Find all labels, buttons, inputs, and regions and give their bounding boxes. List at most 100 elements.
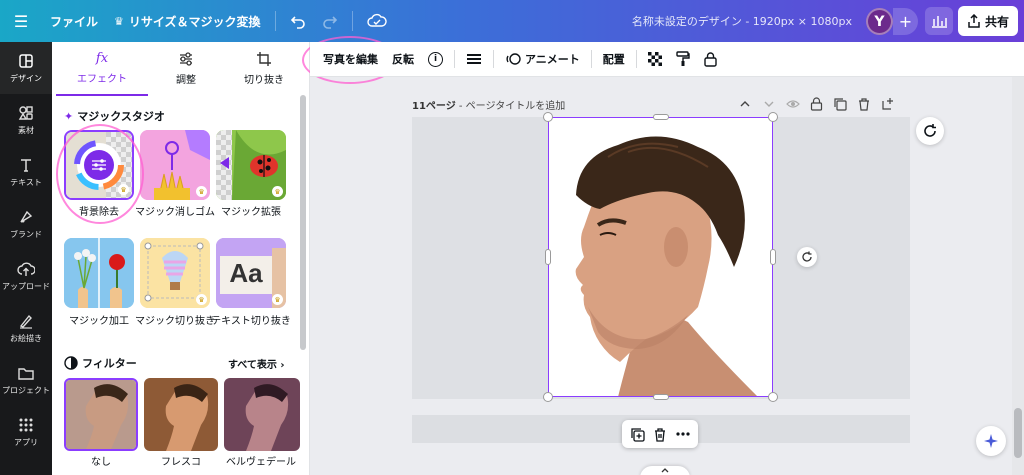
rail-label: テキスト xyxy=(10,177,42,187)
fx-icon: fx xyxy=(95,51,109,66)
border-style-button[interactable] xyxy=(459,46,489,72)
magic-assistant-button[interactable] xyxy=(976,426,1006,456)
filter-fresco[interactable] xyxy=(144,378,218,451)
resize-magic-switch-button[interactable]: ♛ リサイズ＆マジック変換 xyxy=(106,6,269,36)
more-options-icon[interactable] xyxy=(676,432,690,436)
magic-studio-heading: ✦ マジックスタジオ xyxy=(64,108,165,124)
duplicate-icon[interactable] xyxy=(630,427,645,442)
resize-handle-bottom-left[interactable] xyxy=(543,392,553,402)
tab-effects[interactable]: fx エフェクト xyxy=(56,42,148,94)
magic-tool-expand[interactable]: ♛ xyxy=(216,130,286,200)
tab-label: 調整 xyxy=(176,74,196,86)
avatar[interactable]: Y xyxy=(866,8,893,35)
file-menu-button[interactable]: ファイル xyxy=(42,6,106,36)
resize-label: リサイズ＆マジック変換 xyxy=(128,14,261,29)
transparency-button[interactable] xyxy=(641,46,669,72)
crop-icon xyxy=(257,51,271,66)
rail-label: プロジェクト xyxy=(2,385,50,395)
cloud-save-button[interactable] xyxy=(359,6,395,36)
duplicate-page-icon[interactable] xyxy=(833,97,847,111)
undo-button[interactable] xyxy=(282,6,314,36)
rail-item-draw[interactable]: お絵描き xyxy=(0,302,52,354)
rotate-icon xyxy=(802,251,812,262)
brand-icon xyxy=(20,210,33,223)
edit-photo-button[interactable]: 写真を編集 xyxy=(316,46,385,72)
rail-item-upload[interactable]: アップロード xyxy=(0,250,52,302)
tool-label: マジック拡張 xyxy=(221,207,281,218)
divider xyxy=(274,11,276,31)
left-rail: デザイン 素材 テキスト ブランド アップロード お絵描き プロジェクト アプリ xyxy=(0,42,52,475)
eye-icon[interactable] xyxy=(786,97,800,111)
rail-item-text[interactable]: テキスト xyxy=(0,146,52,198)
info-button[interactable]: i xyxy=(421,46,450,72)
rail-item-apps[interactable]: アプリ xyxy=(0,406,52,458)
divider xyxy=(351,11,353,31)
see-all-link[interactable]: すべて表示 › xyxy=(228,356,285,371)
crown-icon: ♛ xyxy=(272,294,283,305)
design-icon xyxy=(19,53,33,68)
filter-fresco-thumbnail xyxy=(144,378,218,451)
add-page-icon[interactable] xyxy=(881,97,895,111)
tab-adjust[interactable]: 調整 xyxy=(148,42,224,94)
page-title-input[interactable]: - ページタイトルを追加 xyxy=(456,101,565,112)
insights-button[interactable] xyxy=(925,7,953,35)
resize-handle-bottom[interactable] xyxy=(653,394,669,400)
sparkle-icon xyxy=(984,434,998,448)
resize-handle-bottom-right[interactable] xyxy=(768,392,778,402)
sparkle-icon: ✦ xyxy=(64,109,74,123)
trash-icon[interactable] xyxy=(857,97,871,111)
menu-icon[interactable]: ☰ xyxy=(0,6,42,36)
chevron-down-icon[interactable] xyxy=(762,97,776,111)
page-controls xyxy=(738,97,895,111)
rail-item-elements[interactable]: 素材 xyxy=(0,94,52,146)
chevron-up-icon[interactable] xyxy=(738,97,752,111)
chevron-up-icon xyxy=(661,468,669,473)
share-button[interactable]: 共有 xyxy=(958,6,1018,36)
resize-handle-top[interactable] xyxy=(653,114,669,120)
collapse-handle[interactable] xyxy=(640,466,690,475)
magic-tool-grab[interactable]: ♛ xyxy=(140,238,210,308)
rail-item-design[interactable]: デザイン xyxy=(0,42,52,94)
upload-share-icon xyxy=(968,14,980,28)
text-sample: Aa xyxy=(229,258,263,288)
filter-label: なし xyxy=(91,457,111,468)
document-title[interactable]: 名称未設定のデザイン - 1920px × 1080px xyxy=(600,13,852,29)
resize-handle-right[interactable] xyxy=(770,249,776,265)
copy-style-button[interactable] xyxy=(669,46,697,72)
panel-scrollbar[interactable] xyxy=(300,95,306,350)
page-label: 11ページ - ページタイトルを追加 xyxy=(412,97,565,112)
lock-icon[interactable] xyxy=(810,97,823,111)
position-button[interactable]: 配置 xyxy=(596,46,632,72)
redo-icon xyxy=(322,16,337,29)
scrollbar-thumb[interactable] xyxy=(1014,408,1022,458)
filter-belvedere-thumbnail xyxy=(224,378,300,451)
rotate-button[interactable] xyxy=(797,247,817,267)
filter-none[interactable] xyxy=(64,378,138,451)
filter-belvedere[interactable] xyxy=(224,378,300,451)
magic-tool-eraser[interactable]: ♛ xyxy=(140,130,210,200)
magic-tool-text-cutout[interactable]: Aa ♛ xyxy=(216,238,286,308)
rail-item-brand[interactable]: ブランド xyxy=(0,198,52,250)
trash-icon[interactable] xyxy=(653,427,667,442)
upload-icon xyxy=(17,262,35,276)
rail-label: ブランド xyxy=(10,229,42,239)
tab-label: 切り抜き xyxy=(244,74,284,86)
resize-handle-top-left[interactable] xyxy=(543,112,553,122)
selected-photo[interactable] xyxy=(548,117,773,397)
resize-handle-top-right[interactable] xyxy=(768,112,778,122)
rail-item-projects[interactable]: プロジェクト xyxy=(0,354,52,406)
refresh-page-button[interactable] xyxy=(916,117,944,145)
filters-heading: フィルター xyxy=(64,355,137,371)
redo-button[interactable] xyxy=(314,6,346,36)
flip-button[interactable]: 反転 xyxy=(385,46,421,72)
highlight-bg-remover xyxy=(56,124,144,224)
paint-roller-icon xyxy=(676,51,690,66)
crown-icon: ♛ xyxy=(272,186,283,197)
tab-crop[interactable]: 切り抜き xyxy=(224,42,304,94)
lock-icon xyxy=(704,51,717,67)
animate-button[interactable]: アニメート xyxy=(498,46,587,72)
magic-tool-edit[interactable] xyxy=(64,238,134,308)
resize-handle-left[interactable] xyxy=(545,249,551,265)
cloud-check-icon xyxy=(366,13,387,27)
lock-button[interactable] xyxy=(697,46,724,72)
